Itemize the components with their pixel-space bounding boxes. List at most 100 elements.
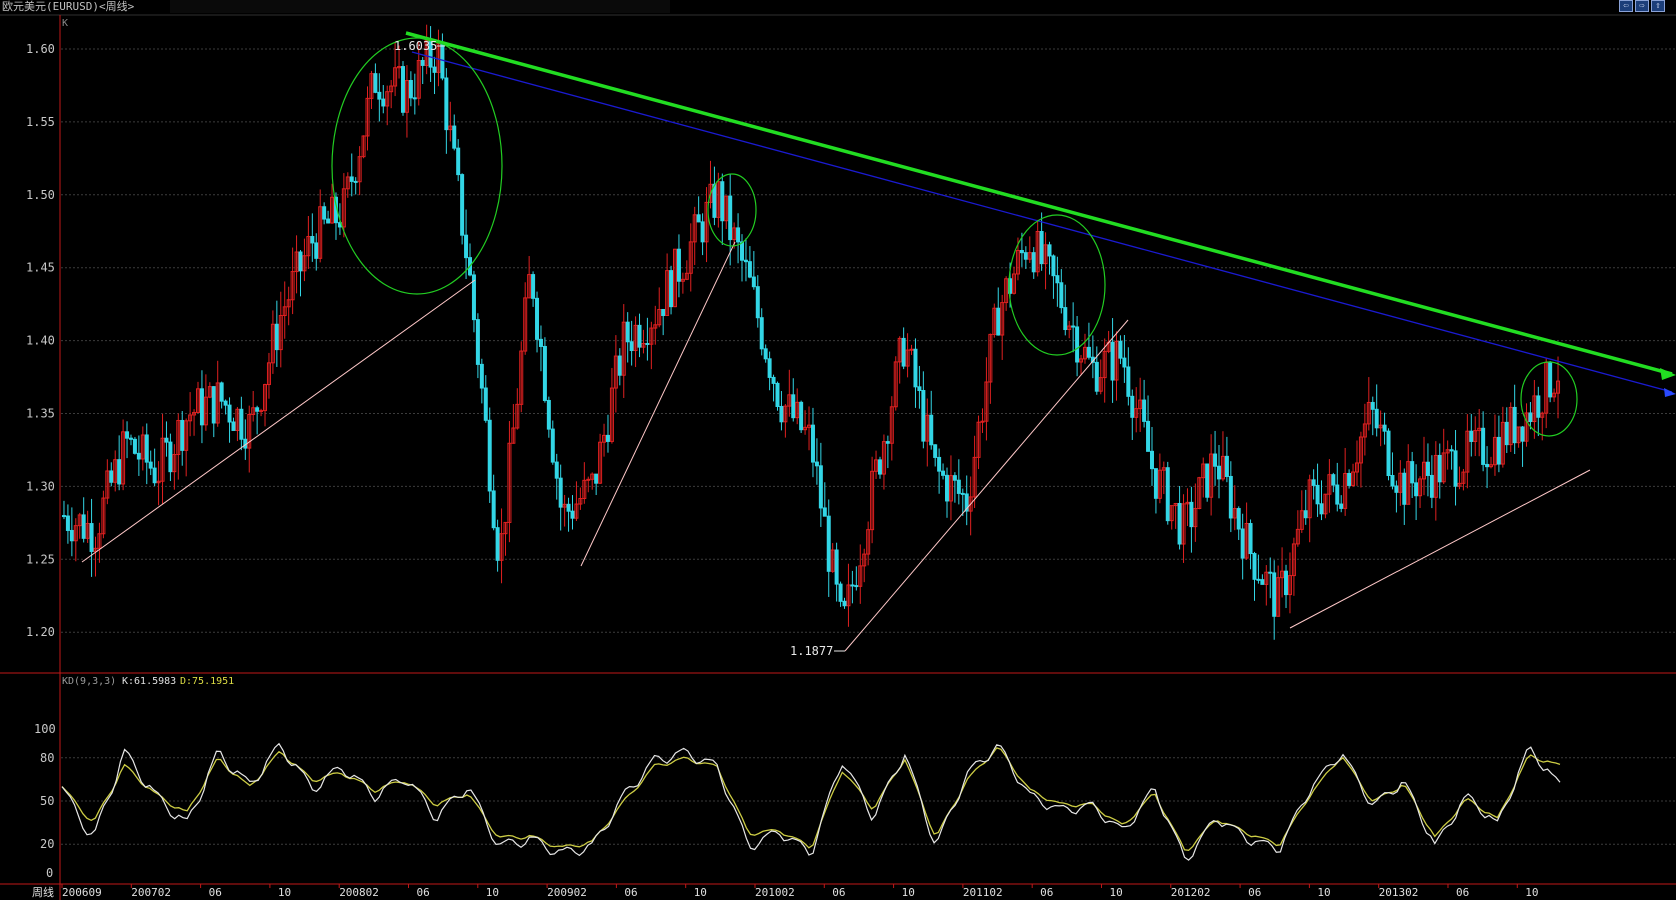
candle-body: [1142, 399, 1147, 422]
candle-body: [1063, 307, 1068, 331]
candle-body: [1130, 395, 1135, 418]
candle-body: [1414, 482, 1419, 497]
candle-body: [669, 270, 674, 308]
candle-body: [255, 407, 260, 412]
candle-body: [1023, 252, 1028, 260]
candle-body: [1394, 485, 1399, 493]
candle-body: [1075, 326, 1080, 363]
candle-body: [1548, 361, 1553, 398]
candle-body: [1284, 570, 1289, 596]
candle-body: [818, 465, 823, 509]
candle-body: [952, 475, 957, 481]
kd-k-line: [61, 742, 1561, 861]
x-tick-label: 10: [902, 886, 915, 899]
candle-body: [1110, 341, 1115, 381]
candle-body: [712, 183, 717, 218]
candle-body: [554, 461, 559, 479]
x-tick-label: 10: [694, 886, 707, 899]
candle-body: [444, 77, 449, 131]
candle-body: [736, 227, 741, 243]
kd-d-value: D:75.1951: [180, 676, 234, 687]
secondary-resistance-arrow: [1664, 388, 1676, 397]
candle-body: [1071, 325, 1076, 328]
x-tick-label: 06: [832, 886, 845, 899]
kd-y-tick: 80: [40, 751, 54, 765]
x-tick-label: 200902: [547, 886, 587, 899]
candle-body: [617, 355, 622, 376]
candle-body: [1370, 401, 1375, 410]
candle-body: [452, 125, 457, 149]
candle-body: [412, 97, 417, 100]
candle-body: [408, 80, 413, 99]
candle-body: [937, 456, 942, 472]
candle-body: [353, 180, 358, 183]
candle-body: [570, 510, 575, 519]
candle-body: [144, 434, 149, 463]
candle-body: [854, 585, 859, 588]
candle-body: [1528, 412, 1533, 422]
candle-body: [1402, 472, 1407, 505]
candle-body: [1319, 503, 1324, 515]
candle-body: [1094, 361, 1099, 392]
candle-body: [89, 523, 94, 552]
low-label: 1.1877: [790, 644, 833, 658]
candle-body: [475, 319, 480, 365]
candle-body: [1386, 430, 1391, 477]
x-tick-label: 200609: [62, 886, 102, 899]
chart-canvas[interactable]: 1.6035 1.1877 K 1.60 1.55 1.50 1.45 1.40 1.35…: [0, 0, 1676, 900]
candle-body: [661, 308, 666, 317]
candle-body: [495, 527, 500, 561]
x-tick-label: 10: [1525, 886, 1538, 899]
candle-body: [1335, 484, 1340, 505]
candle-body: [1485, 463, 1490, 468]
candle-body: [1228, 475, 1233, 519]
candle-body: [1339, 503, 1344, 509]
candle-body: [546, 399, 551, 430]
candle-body: [921, 390, 926, 442]
kd-k-value: K:61.5983: [122, 676, 176, 687]
candle-body: [1256, 578, 1261, 581]
x-tick-label: 200702: [131, 886, 171, 899]
candle-body: [1504, 421, 1509, 446]
x-tick-label: 06: [624, 886, 637, 899]
candle-body: [125, 431, 130, 439]
candle-body: [314, 242, 319, 259]
candle-body: [1331, 474, 1336, 486]
candle-body: [826, 515, 831, 572]
candle-body: [1224, 455, 1229, 477]
trendlines: [81, 31, 1676, 652]
candle-body: [128, 437, 133, 440]
candle-body: [1429, 474, 1434, 498]
main-resistance-line: [405, 31, 1673, 376]
kd-y-tick: 0: [46, 866, 53, 880]
candle-body: [909, 348, 914, 351]
candle-body: [676, 248, 681, 282]
x-tick-label: 06: [416, 886, 429, 899]
candle-body: [1449, 449, 1454, 452]
x-tick-label: 201102: [963, 886, 1003, 899]
candle-body: [1118, 340, 1123, 359]
main-y-tick: 1.60: [26, 42, 55, 56]
candle-body: [1268, 571, 1273, 574]
candle-body: [117, 459, 122, 485]
candle-body: [219, 382, 224, 402]
candle-body: [1047, 244, 1052, 257]
main-y-axis: 1.60 1.55 1.50 1.45 1.40 1.35 1.30 1.25 1.20: [26, 42, 55, 639]
candle-body: [456, 147, 461, 176]
main-y-tick: 1.30: [26, 479, 55, 493]
candle-body: [1217, 465, 1222, 480]
candle-body: [274, 323, 279, 351]
candle-body: [1536, 395, 1541, 418]
candle-body: [223, 400, 228, 406]
candle-body: [814, 461, 819, 467]
candle-body: [755, 286, 760, 319]
candle-body: [132, 438, 137, 454]
candle-body: [1122, 357, 1127, 368]
candle-body: [460, 174, 465, 236]
candle-body: [929, 414, 934, 446]
candle-body: [1520, 426, 1525, 442]
candle-body: [538, 338, 543, 347]
x-tick-label: 10: [1109, 886, 1122, 899]
candle-body: [791, 394, 796, 419]
candle-body: [1031, 252, 1036, 273]
